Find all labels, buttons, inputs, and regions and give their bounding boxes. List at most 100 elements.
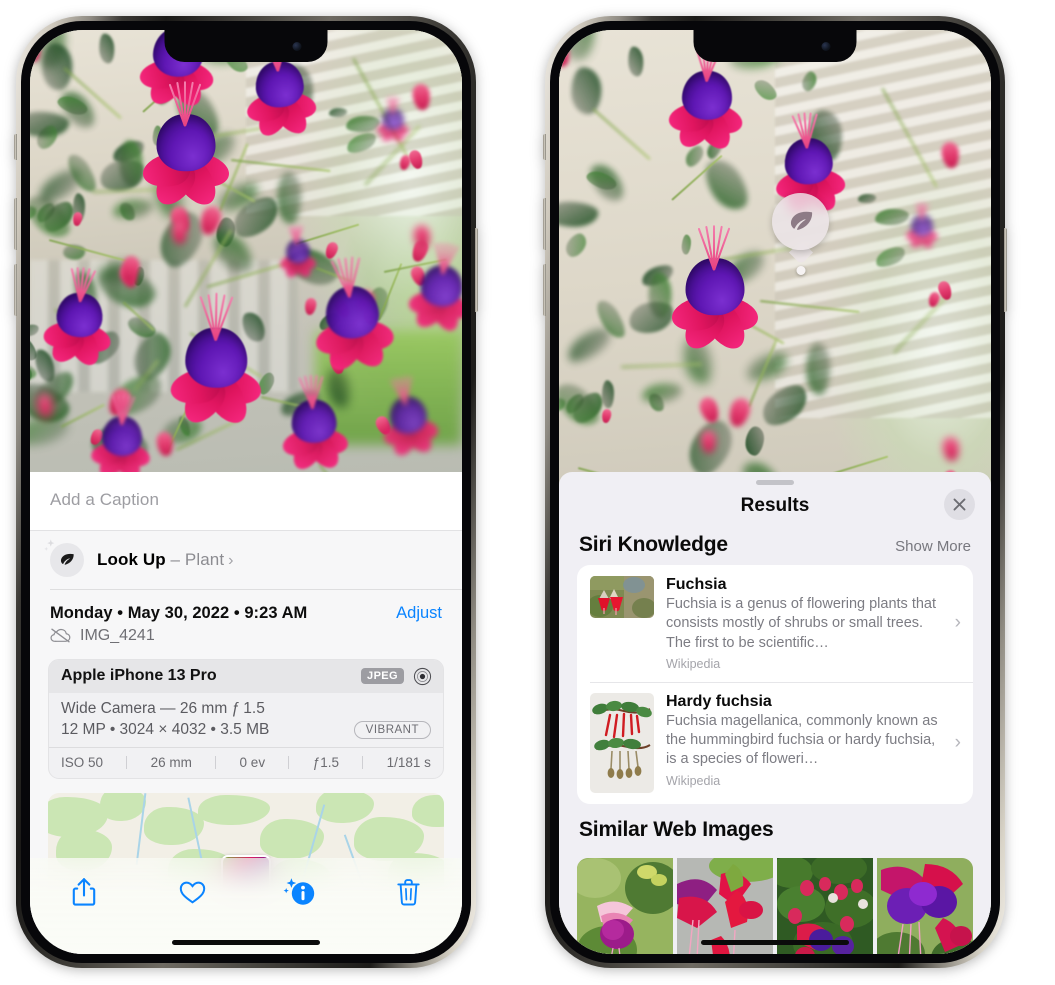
leaf-icon bbox=[772, 193, 829, 250]
favorite-button[interactable] bbox=[170, 872, 214, 912]
lens-description: Wide Camera — 26 mm ƒ 1.5 bbox=[61, 699, 265, 717]
knowledge-text: Fuchsia Fuchsia is a genus of flowering … bbox=[666, 576, 939, 671]
show-more-button[interactable]: Show More bbox=[895, 538, 971, 555]
filename-row: IMG_4241 bbox=[30, 623, 462, 657]
home-indicator[interactable] bbox=[701, 940, 849, 945]
flower-bud bbox=[700, 429, 718, 454]
home-indicator[interactable] bbox=[172, 940, 320, 945]
similar-web-images-header: Similar Web Images bbox=[559, 804, 991, 850]
knowledge-description: Fuchsia is a genus of flowering plants t… bbox=[666, 596, 937, 651]
flower-bud bbox=[71, 210, 84, 227]
volume-up-button[interactable] bbox=[543, 198, 546, 250]
section-title: Similar Web Images bbox=[579, 817, 774, 841]
icloud-slash-icon bbox=[50, 628, 71, 643]
aperture-icon bbox=[413, 667, 432, 686]
silent-switch[interactable] bbox=[543, 134, 546, 160]
knowledge-thumbnail bbox=[590, 576, 654, 618]
results-sheet: Results Siri Knowledge Show More Fuchsia… bbox=[559, 472, 991, 954]
fuchsia-bloom bbox=[666, 43, 746, 159]
knowledge-thumbnail bbox=[590, 692, 654, 793]
fuchsia-bloom bbox=[280, 374, 350, 472]
knowledge-title: Fuchsia bbox=[666, 576, 727, 593]
device-bezel: Add a Caption Look Up – Plant › Monday •… bbox=[21, 21, 471, 963]
flower-bud bbox=[726, 395, 754, 429]
section-title: Siri Knowledge bbox=[579, 533, 728, 556]
look-up-row[interactable]: Look Up – Plant › bbox=[30, 531, 462, 589]
caption-input[interactable]: Add a Caption bbox=[50, 490, 442, 510]
look-up-subject: Plant bbox=[184, 550, 225, 569]
photographic-style-badge: VIBRANT bbox=[353, 720, 431, 739]
close-button[interactable] bbox=[944, 489, 975, 520]
fuchsia-bloom bbox=[89, 393, 153, 472]
photo-viewer[interactable] bbox=[30, 30, 462, 472]
fuchsia-bloom bbox=[312, 256, 396, 381]
visual-look-up-badge[interactable] bbox=[772, 193, 829, 275]
look-up-label: Look Up bbox=[97, 550, 166, 569]
adjust-button[interactable]: Adjust bbox=[396, 604, 442, 623]
exif-row: ISO 50 26 mm 0 ev ƒ1.5 1/181 s bbox=[49, 746, 443, 778]
flower-bud bbox=[696, 395, 722, 426]
volume-up-button[interactable] bbox=[14, 198, 17, 250]
fuchsia-bloom bbox=[278, 225, 317, 282]
image-specs: 12 MP • 3024 × 4032 • 3.5 MB bbox=[61, 720, 270, 738]
fuchsia-bloom bbox=[139, 80, 232, 214]
camera-info-card[interactable]: Apple iPhone 13 Pro JPEG Wide Camera — 2… bbox=[48, 658, 444, 779]
map-park-area bbox=[198, 794, 270, 825]
info-button[interactable] bbox=[278, 872, 322, 912]
share-button[interactable] bbox=[62, 872, 106, 912]
camera-card-header: Apple iPhone 13 Pro JPEG bbox=[49, 659, 443, 693]
caption-field-row[interactable]: Add a Caption bbox=[30, 472, 462, 531]
power-button[interactable] bbox=[1004, 228, 1007, 312]
device-notch bbox=[693, 30, 857, 62]
exif-separator bbox=[126, 755, 128, 769]
web-image-thumbnail[interactable] bbox=[577, 857, 673, 954]
device-bezel: Results Siri Knowledge Show More Fuchsia… bbox=[550, 21, 1000, 963]
knowledge-title: Hardy fuchsia bbox=[666, 692, 772, 710]
flower-bud bbox=[171, 221, 189, 245]
knowledge-source: Wikipedia bbox=[666, 773, 721, 788]
camera-header-badges: JPEG bbox=[361, 667, 432, 686]
exif-aperture: ƒ1.5 bbox=[312, 754, 339, 770]
flower-bud bbox=[559, 38, 573, 69]
siri-knowledge-header: Siri Knowledge Show More bbox=[559, 527, 991, 565]
exif-separator bbox=[362, 755, 364, 769]
device-screen-left: Add a Caption Look Up – Plant › Monday •… bbox=[30, 30, 462, 954]
exif-iso: ISO 50 bbox=[61, 754, 104, 770]
camera-model: Apple iPhone 13 Pro bbox=[61, 667, 217, 684]
map-park-area bbox=[412, 794, 444, 827]
delete-button[interactable] bbox=[386, 872, 430, 912]
chevron-right-icon: › bbox=[954, 731, 961, 753]
knowledge-description: Fuchsia magellanica, commonly known as t… bbox=[666, 712, 938, 768]
exif-focal-length: 26 mm bbox=[150, 754, 192, 770]
datetime-row: Monday • May 30, 2022 • 9:23 AM Adjust bbox=[30, 590, 462, 623]
siri-knowledge-card: Fuchsia Fuchsia is a genus of flowering … bbox=[577, 565, 973, 804]
exif-separator bbox=[288, 755, 290, 769]
map-park-area bbox=[100, 792, 146, 821]
front-camera bbox=[821, 42, 831, 51]
chevron-right-icon: › bbox=[954, 612, 961, 634]
flower-bud bbox=[35, 391, 55, 419]
fuchsia-bloom bbox=[379, 376, 441, 464]
power-button[interactable] bbox=[475, 228, 478, 312]
fuchsia-bloom bbox=[376, 97, 410, 147]
knowledge-item[interactable]: Hardy fuchsia Fuchsia magellanica, commo… bbox=[577, 681, 973, 804]
flower-bud bbox=[155, 430, 175, 457]
web-image-thumbnail[interactable] bbox=[877, 857, 973, 954]
front-camera bbox=[292, 42, 302, 51]
badge-anchor-dot bbox=[796, 266, 805, 275]
flower-layer-left bbox=[30, 30, 462, 472]
photo-filename: IMG_4241 bbox=[80, 626, 155, 644]
volume-down-button[interactable] bbox=[14, 264, 17, 316]
fuchsia-bloom bbox=[407, 241, 462, 340]
volume-down-button[interactable] bbox=[543, 264, 546, 316]
format-badge: JPEG bbox=[361, 668, 404, 684]
flower-bud bbox=[406, 148, 425, 171]
look-up-label-group: Look Up – Plant › bbox=[97, 550, 234, 570]
chevron-right-icon: › bbox=[228, 552, 234, 569]
device-screen-right: Results Siri Knowledge Show More Fuchsia… bbox=[559, 30, 991, 954]
silent-switch[interactable] bbox=[14, 134, 17, 160]
knowledge-item[interactable]: Fuchsia Fuchsia is a genus of flowering … bbox=[577, 565, 973, 682]
fuchsia-bloom bbox=[905, 203, 939, 253]
exif-exposure-bias: 0 ev bbox=[239, 754, 266, 770]
look-up-dash: – bbox=[165, 550, 185, 569]
